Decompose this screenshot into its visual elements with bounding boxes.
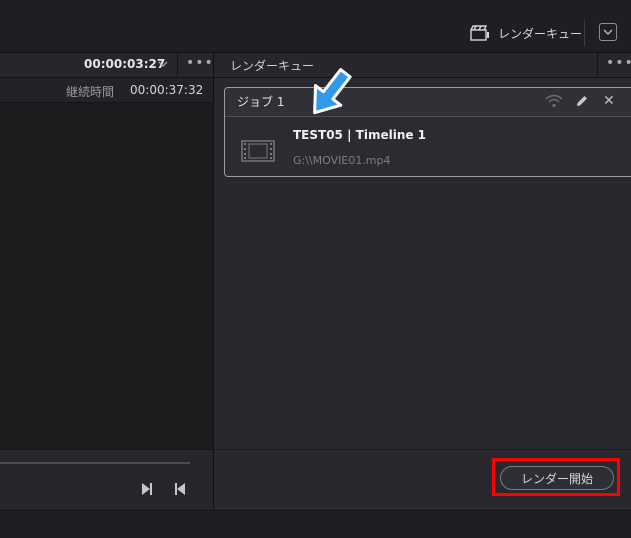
- render-queue-more-button[interactable]: •••: [606, 55, 631, 71]
- film-icon: [241, 140, 275, 162]
- render-queue-title: レンダーキュー: [230, 59, 315, 73]
- viewer-header: 00:00:03:27 •••: [0, 53, 213, 78]
- render-queue-footer: レンダー開始: [214, 449, 631, 511]
- top-toolbar: レンダーキュー: [0, 0, 631, 53]
- close-icon[interactable]: ✕: [603, 93, 615, 109]
- header-divider: [177, 53, 178, 77]
- start-render-label: レンダー開始: [520, 471, 593, 486]
- render-job-name: TEST05 | Timeline 1: [293, 128, 427, 142]
- chevron-down-icon: [603, 29, 613, 35]
- render-queue-toggle-label: レンダーキュー: [498, 26, 583, 41]
- pencil-icon[interactable]: [575, 94, 589, 108]
- chevron-down-icon[interactable]: [157, 58, 169, 70]
- duration-label: 継続時間: [66, 85, 115, 99]
- render-queue-header: レンダーキュー •••: [214, 53, 631, 78]
- remote-render-icon[interactable]: [545, 94, 563, 108]
- bottom-bar: [0, 510, 631, 538]
- render-queue-toggle-button[interactable]: レンダーキュー: [470, 22, 582, 44]
- viewer-duration-bar: 継続時間 00:00:37:32: [0, 78, 213, 103]
- viewer-canvas: [0, 103, 213, 448]
- options-dropdown-button[interactable]: [599, 23, 617, 41]
- scrub-bar[interactable]: [0, 462, 190, 464]
- render-queue-panel: レンダーキュー ••• ジョブ 1 ✕ TEST05 | Timeline: [214, 53, 631, 511]
- current-timecode[interactable]: 00:00:03:27: [84, 57, 165, 71]
- viewer-transport: [0, 449, 213, 511]
- annotation-arrow-icon: [313, 68, 352, 115]
- start-render-button[interactable]: レンダー開始: [500, 466, 614, 490]
- clapper-icon: [470, 25, 489, 41]
- duration-value: 00:00:37:32: [130, 83, 204, 97]
- viewer-more-button[interactable]: •••: [186, 55, 214, 71]
- render-job-title: ジョブ 1: [237, 95, 285, 109]
- header-divider: [597, 53, 598, 77]
- step-prev-icon[interactable]: [173, 482, 187, 496]
- viewer-panel: 00:00:03:27 ••• 継続時間 00:00:37:32: [0, 53, 214, 511]
- toolbar-divider: [584, 20, 585, 46]
- render-job-card[interactable]: ジョブ 1 ✕ TEST05 | Timeline 1 G:\\MOVIE01.…: [224, 87, 631, 177]
- render-job-path: G:\\MOVIE01.mp4: [293, 154, 391, 167]
- render-job-header: ジョブ 1 ✕: [225, 88, 631, 117]
- step-next-icon[interactable]: [140, 482, 154, 496]
